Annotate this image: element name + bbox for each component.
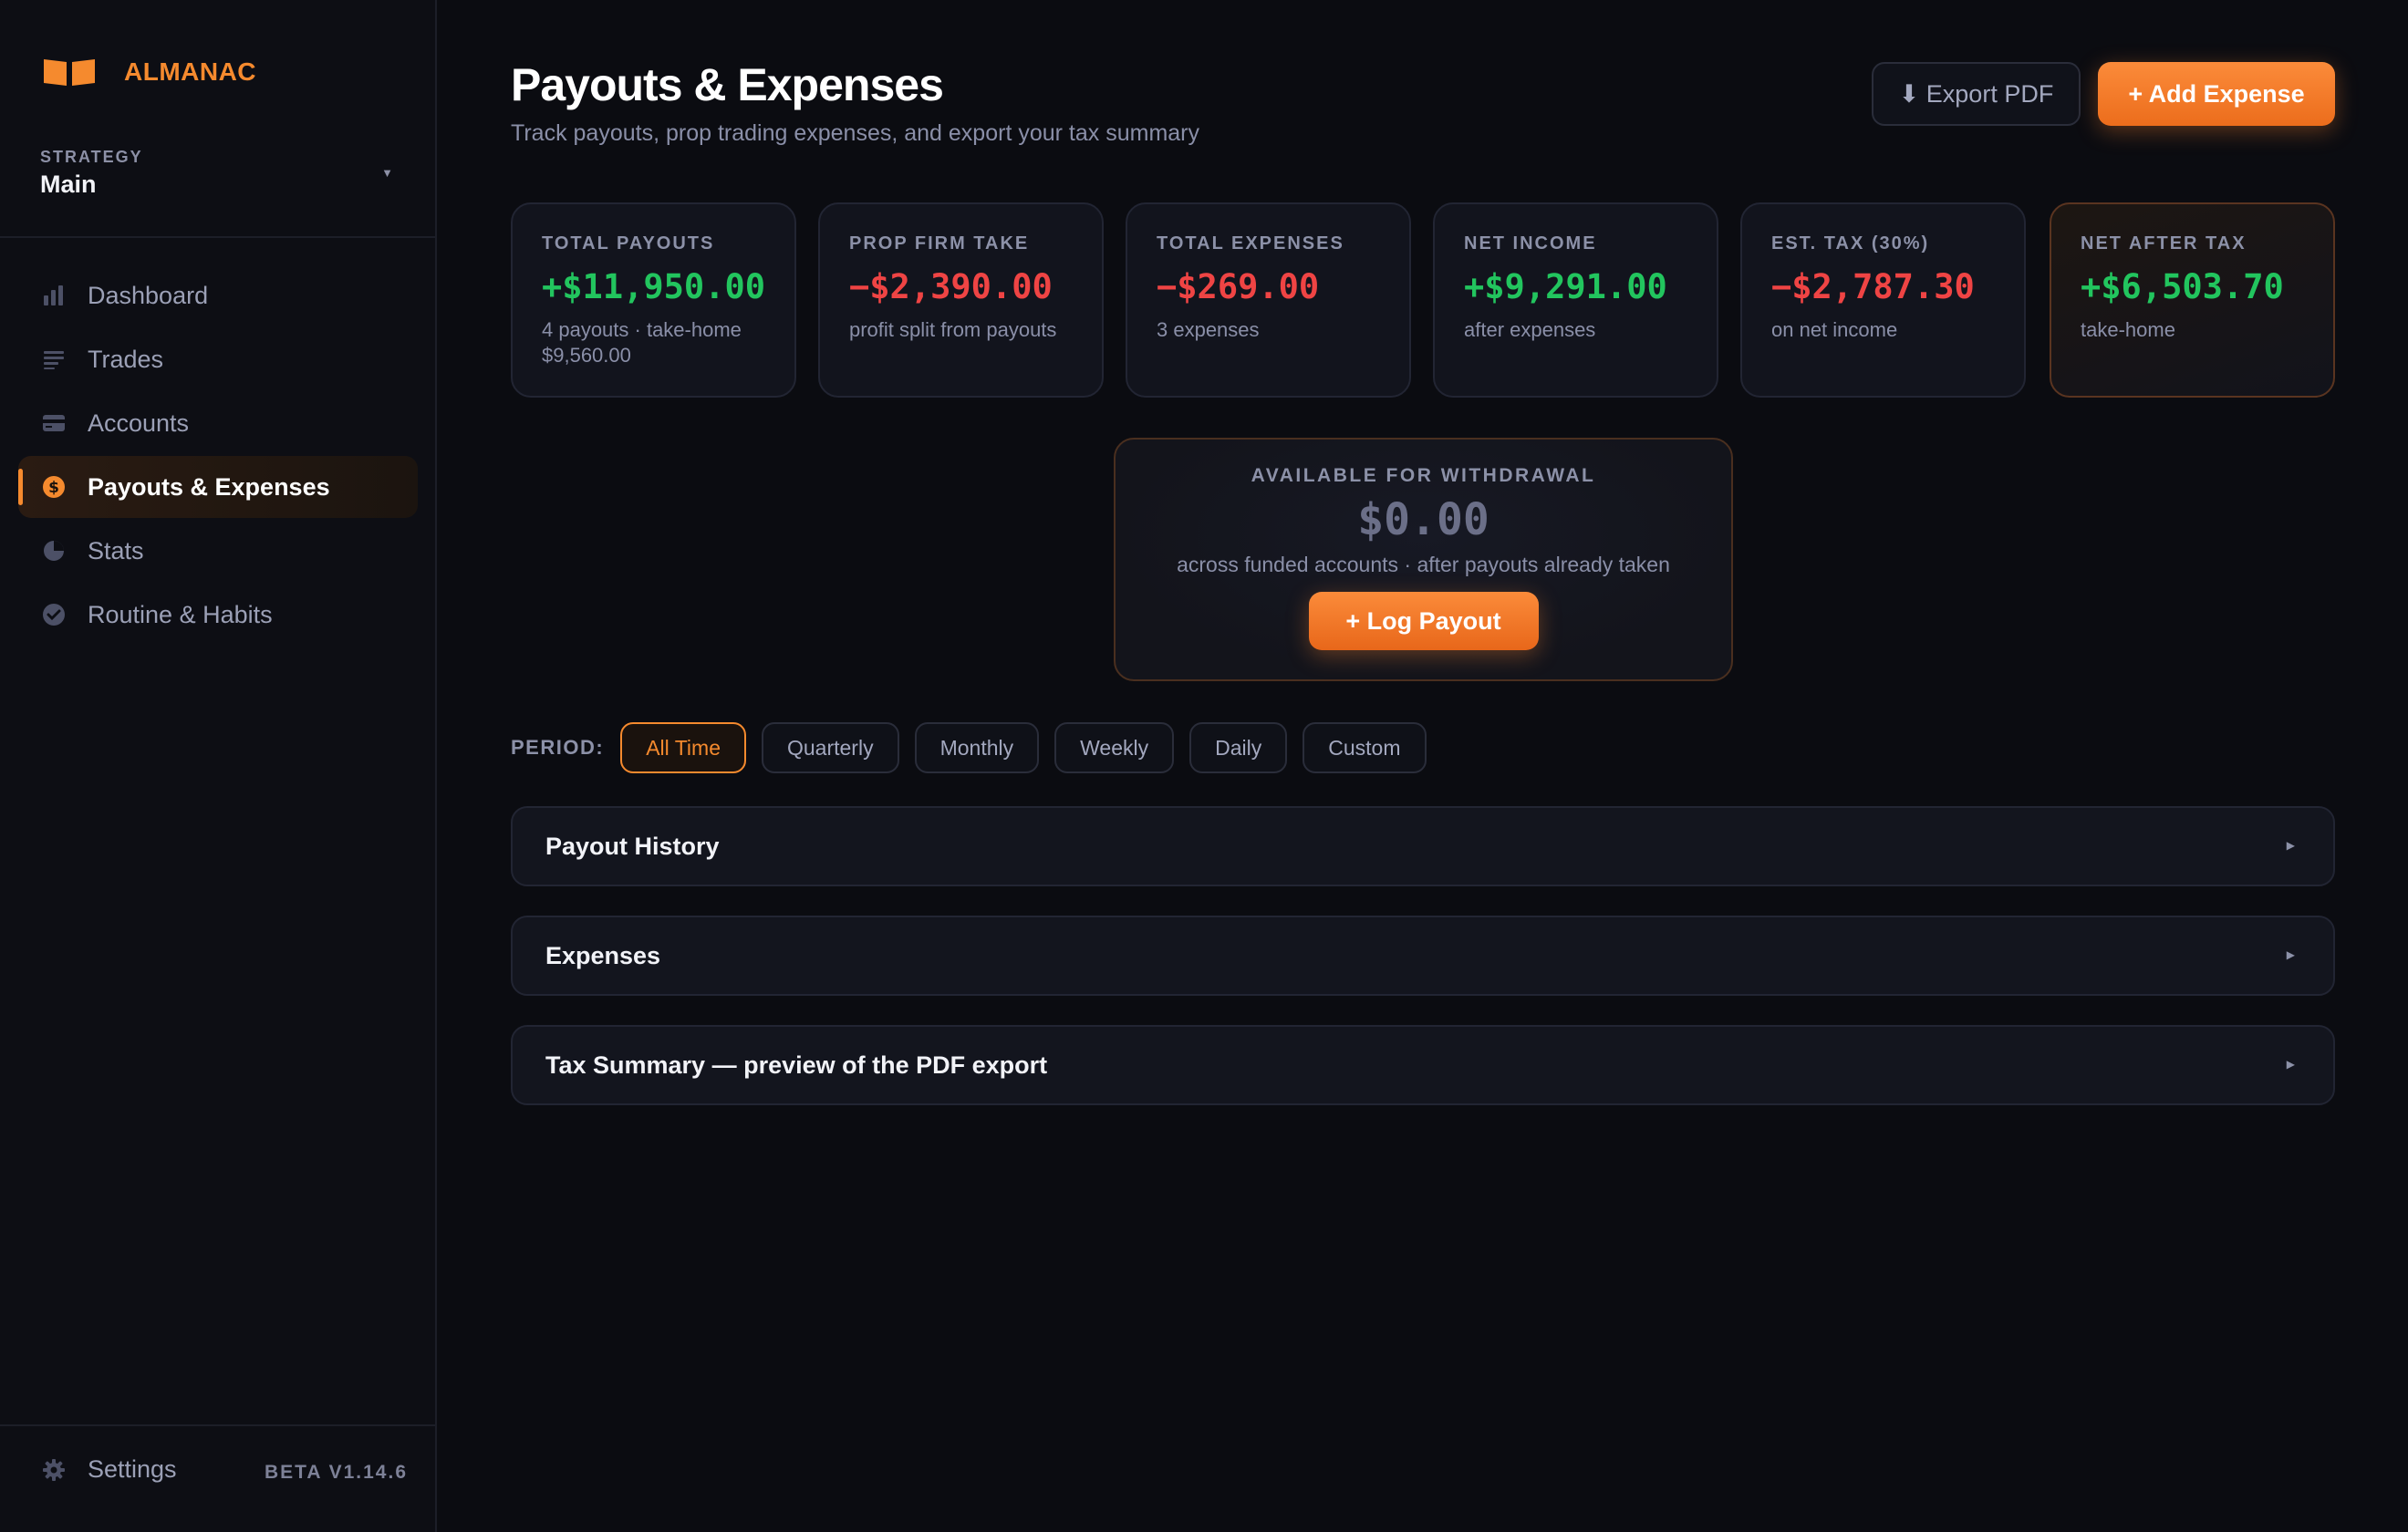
expenses-section[interactable]: Expenses ▶ bbox=[511, 916, 2335, 996]
chevron-right-icon: ▶ bbox=[2286, 1058, 2295, 1071]
withdrawal-amount: $0.00 bbox=[1357, 494, 1489, 545]
withdrawal-subtext: across funded accounts · after payouts a… bbox=[1177, 553, 1670, 576]
add-expense-button[interactable]: + Add Expense bbox=[2098, 62, 2335, 126]
card-value: +$9,291.00 bbox=[1464, 267, 1667, 306]
section-title: Payout History bbox=[545, 832, 720, 860]
card-label: EST. TAX (30%) bbox=[1771, 233, 1930, 254]
period-chip-quarterly[interactable]: Quarterly bbox=[761, 722, 899, 773]
card-subtext: 3 expenses bbox=[1157, 318, 1260, 341]
page-title: Payouts & Expenses bbox=[511, 59, 944, 110]
prop-firm-take-card: PROP FIRM TAKE −$2,390.00 profit split f… bbox=[818, 202, 1104, 398]
period-filter: PERIOD: All Time Quarterly Monthly Weekl… bbox=[511, 722, 1442, 773]
settings-label: Settings bbox=[88, 1455, 177, 1483]
card-value: −$269.00 bbox=[1157, 267, 1320, 306]
card-value: +$11,950.00 bbox=[542, 267, 766, 306]
sidebar-item-label: Stats bbox=[88, 536, 144, 564]
sidebar-item-dashboard[interactable]: Dashboard bbox=[18, 264, 418, 326]
sidebar-divider bbox=[0, 1424, 435, 1426]
log-payout-button[interactable]: + Log Payout bbox=[1308, 592, 1539, 650]
card-label: PROP FIRM TAKE bbox=[849, 233, 1030, 254]
credit-card-icon bbox=[42, 411, 66, 435]
card-label: NET INCOME bbox=[1464, 233, 1597, 254]
net-after-tax-card: NET AFTER TAX +$6,503.70 take-home bbox=[2050, 202, 2335, 398]
sidebar-divider bbox=[0, 236, 435, 238]
period-chip-monthly[interactable]: Monthly bbox=[914, 722, 1040, 773]
brand[interactable]: ALMANAC bbox=[42, 57, 256, 88]
period-chip-daily[interactable]: Daily bbox=[1189, 722, 1288, 773]
export-pdf-button[interactable]: ⬇ Export PDF bbox=[1872, 62, 2081, 126]
period-chip-weekly[interactable]: Weekly bbox=[1054, 722, 1175, 773]
check-circle-icon bbox=[42, 603, 66, 626]
card-subtext: on net income bbox=[1771, 318, 1898, 341]
section-title: Expenses bbox=[545, 941, 661, 969]
card-value: −$2,787.30 bbox=[1771, 267, 1975, 306]
page-subtitle: Track payouts, prop trading expenses, an… bbox=[511, 120, 1199, 146]
sidebar-item-routine-habits[interactable]: Routine & Habits bbox=[18, 584, 418, 646]
card-label: TOTAL PAYOUTS bbox=[542, 233, 715, 254]
sidebar-item-trades[interactable]: Trades bbox=[18, 328, 418, 390]
svg-text:$: $ bbox=[48, 479, 59, 497]
sidebar-item-label: Trades bbox=[88, 345, 164, 373]
sidebar-item-label: Dashboard bbox=[88, 281, 209, 309]
dollar-icon: $ bbox=[42, 475, 66, 499]
gear-icon bbox=[42, 1458, 66, 1482]
sidebar-item-stats[interactable]: Stats bbox=[18, 520, 418, 582]
summary-cards: TOTAL PAYOUTS +$11,950.00 4 payouts · ta… bbox=[511, 202, 2335, 398]
bar-chart-icon bbox=[42, 284, 66, 307]
card-subtext: after expenses bbox=[1464, 318, 1596, 341]
period-label: PERIOD: bbox=[511, 736, 605, 759]
settings-link[interactable]: Settings bbox=[42, 1455, 177, 1484]
chevron-right-icon: ▶ bbox=[2286, 948, 2295, 961]
strategy-value: Main bbox=[40, 171, 97, 198]
est-tax-card: EST. TAX (30%) −$2,787.30 on net income bbox=[1740, 202, 2026, 398]
period-chip-custom[interactable]: Custom bbox=[1303, 722, 1427, 773]
sidebar-item-payouts-expenses[interactable]: $ Payouts & Expenses bbox=[18, 456, 418, 518]
list-icon bbox=[42, 347, 66, 371]
sidebar-item-label: Payouts & Expenses bbox=[88, 472, 330, 501]
sidebar-item-accounts[interactable]: Accounts bbox=[18, 392, 418, 454]
net-income-card: NET INCOME +$9,291.00 after expenses bbox=[1433, 202, 1718, 398]
book-icon bbox=[44, 59, 95, 86]
sidebar-nav: Dashboard Trades Accounts $ Payouts & Ex… bbox=[18, 264, 418, 647]
tax-summary-section[interactable]: Tax Summary — preview of the PDF export … bbox=[511, 1025, 2335, 1105]
period-chip-all-time[interactable]: All Time bbox=[620, 722, 746, 773]
strategy-selector[interactable]: STRATEGY Main ▼ bbox=[40, 148, 402, 202]
pie-chart-icon bbox=[42, 539, 66, 563]
withdrawal-panel: AVAILABLE FOR WITHDRAWAL $0.00 across fu… bbox=[1114, 438, 1733, 681]
card-label: TOTAL EXPENSES bbox=[1157, 233, 1344, 254]
card-label: NET AFTER TAX bbox=[2081, 233, 2247, 254]
payout-history-section[interactable]: Payout History ▶ bbox=[511, 806, 2335, 886]
sidebar-item-label: Routine & Habits bbox=[88, 600, 273, 628]
withdrawal-label: AVAILABLE FOR WITHDRAWAL bbox=[1251, 465, 1596, 486]
sidebar: ALMANAC STRATEGY Main ▼ Dashboard Trades… bbox=[0, 0, 437, 1532]
card-value: +$6,503.70 bbox=[2081, 267, 2284, 306]
app-name: ALMANAC bbox=[124, 57, 257, 86]
section-title: Tax Summary — preview of the PDF export bbox=[545, 1051, 1048, 1079]
version-label: BETA V1.14.6 bbox=[264, 1462, 408, 1483]
total-payouts-card: TOTAL PAYOUTS +$11,950.00 4 payouts · ta… bbox=[511, 202, 796, 398]
card-subtext: 4 payouts · take-home $9,560.00 bbox=[542, 318, 742, 367]
total-expenses-card: TOTAL EXPENSES −$269.00 3 expenses bbox=[1126, 202, 1411, 398]
card-value: −$2,390.00 bbox=[849, 267, 1053, 306]
card-subtext: take-home bbox=[2081, 318, 2175, 341]
card-subtext: profit split from payouts bbox=[849, 318, 1057, 341]
sidebar-item-label: Accounts bbox=[88, 409, 190, 437]
chevron-right-icon: ▶ bbox=[2286, 839, 2295, 852]
chevron-down-icon: ▼ bbox=[381, 166, 393, 180]
strategy-label: STRATEGY bbox=[40, 148, 143, 166]
